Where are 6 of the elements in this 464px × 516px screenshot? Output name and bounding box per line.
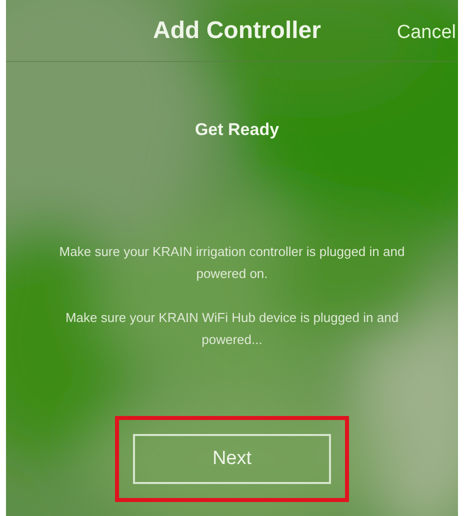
screen-title: Add Controller	[153, 16, 321, 46]
section-heading: Get Ready	[194, 119, 280, 141]
instruction-text: Make sure your KRAIN irrigation controller is plugged in and powered on.	[58, 242, 406, 283]
next-button[interactable]: Next	[133, 434, 331, 484]
instruction-text: Make sure your KRAIN WiFi Hub device is plugged in and powered...	[64, 308, 400, 349]
cancel-button[interactable]: Cancel	[396, 19, 458, 48]
